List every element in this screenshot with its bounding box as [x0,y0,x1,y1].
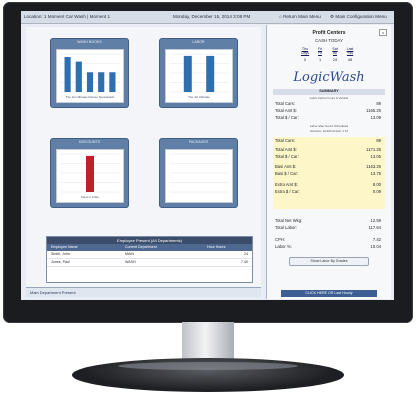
header-department[interactable]: Current Department [125,245,157,249]
location-label: Location: 1 Moment Car Wash | Moment 1 [24,14,111,19]
screen: Location: 1 Moment Car Wash | Moment 1 M… [21,11,394,300]
day-count: 1 [318,58,322,62]
plot-area [165,149,233,203]
bar [75,61,82,92]
discounts-chart: DISCOUNTS Fleet in Coke [50,138,129,208]
wash-books-chart: WASH BOOKS The Jet Ultimate Deluxe Speed… [50,38,129,108]
bar [64,57,71,92]
summary-line: Labor %: 10.04 [275,244,381,249]
summary-line: Basi Amt $: 1163.25 [275,164,381,169]
close-button[interactable]: x [379,29,387,36]
profit-centers-panel: Profit Centers x CASH TODAY Thu Days Fri H… [266,25,391,299]
dashboard-area: WASH BOOKS The Jet Ultimate Deluxe Speed… [26,27,261,287]
table-row[interactable]: Jones, Paul WASH 7.40 [47,259,252,267]
category-labels: Fleet in Coke [81,195,99,199]
chart-title: WASH BOOKS [77,40,102,44]
summary-line: Extra $ / Car: 0.09 [275,189,381,194]
day-link[interactable]: Thu Days [299,47,311,55]
gear-icon: ⚙ [330,14,335,19]
summary-line: Extra Amt $: 8.00 [275,182,381,187]
show-labor-button[interactable]: Show Labor By Grades [289,257,369,266]
bar [86,72,94,92]
labor-chart: LABOR The Jet Ultimate [159,38,238,108]
day-count: 24 [332,58,338,62]
packages-chart: PACKAGES [159,138,238,208]
date-label: Monday, December 15, 2014 3:08 PM [173,14,251,19]
category-labels: The Jet Ultimate Deluxe Speedwash [66,95,115,99]
day-count: 0 [303,58,307,62]
summary-line: Total Net Wkg: 12.59 [275,218,381,223]
day-link[interactable]: Sat All [329,47,341,55]
home-icon: ⌂ [279,14,282,19]
department-present-tab[interactable]: Main Department Present [26,287,261,297]
day-link[interactable]: Fri Hr [314,47,326,55]
header-hours[interactable]: Hour Hours [207,245,225,249]
bar [98,72,105,92]
summary-line: Total Amt $: 1171.25 [275,147,381,152]
plot-area: The Jet Ultimate [165,49,233,103]
chart-title: DISCOUNTS [78,140,101,144]
plot-area: The Jet Ultimate Deluxe Speedwash [56,49,124,103]
day-count: 45 [347,58,353,62]
summary-note: Vehicles: 11/100 Actual: 1.67 [309,129,349,133]
logicwash-logo: LogicWash [293,70,365,85]
summary-note: Labor before hours & Vehicle [309,96,349,100]
summary-line: Basi $ / Car: 13.75 [275,171,381,176]
chart-title: LABOR [192,40,205,44]
table-row[interactable]: Smith, John MAIN 24 [47,251,252,259]
summary-line: Total Amt $: 1165.25 [275,108,381,113]
plot-area: Fleet in Coke [56,149,124,203]
summary-note: Labor after Hours Scheduled [309,124,349,128]
employee-present-table: Employee Present (All Departments) Emplo… [46,236,253,283]
summary-line: Total Labor: 117.64 [275,225,381,230]
category-labels: The Jet Ultimate [188,95,210,99]
bar [109,72,116,92]
summary-line: CPH: 7.42 [275,237,381,242]
top-bar: Location: 1 Moment Car Wash | Moment 1 M… [21,11,394,24]
table-header: Employee Name Current Department Hour Ho… [47,244,252,251]
chart-title: PACKAGES [188,140,209,144]
panel-title: Profit Centers [312,30,346,36]
return-main-link[interactable]: ⌂ Return Main Menu [279,14,321,19]
stand-highlight [118,362,298,370]
bar [86,155,94,192]
table-title: Employee Present (All Departments) [47,237,252,244]
header-employee-name[interactable]: Employee Name [51,245,78,249]
monitor-bezel: Location: 1 Moment Car Wash | Moment 1 M… [3,2,413,323]
cash-today-label: CASH TODAY [314,38,344,43]
day-link[interactable]: Last Yds [344,47,356,55]
summary-line: Total Cars: 89 [275,101,381,106]
config-menu-link[interactable]: ⚙ Main Configuration Menu [330,14,387,20]
last-hourly-link[interactable]: CLICK HERE OR Last Hourly [281,290,377,297]
summary-line: Total Cars: 89 [275,138,381,143]
summary-line: Total $ / Car: 13.09 [275,115,381,120]
summary-line: Total $ / Car: 13.05 [275,154,381,159]
bar [206,55,215,92]
bar [183,55,192,92]
summary-header: SUMMARY [273,89,385,95]
